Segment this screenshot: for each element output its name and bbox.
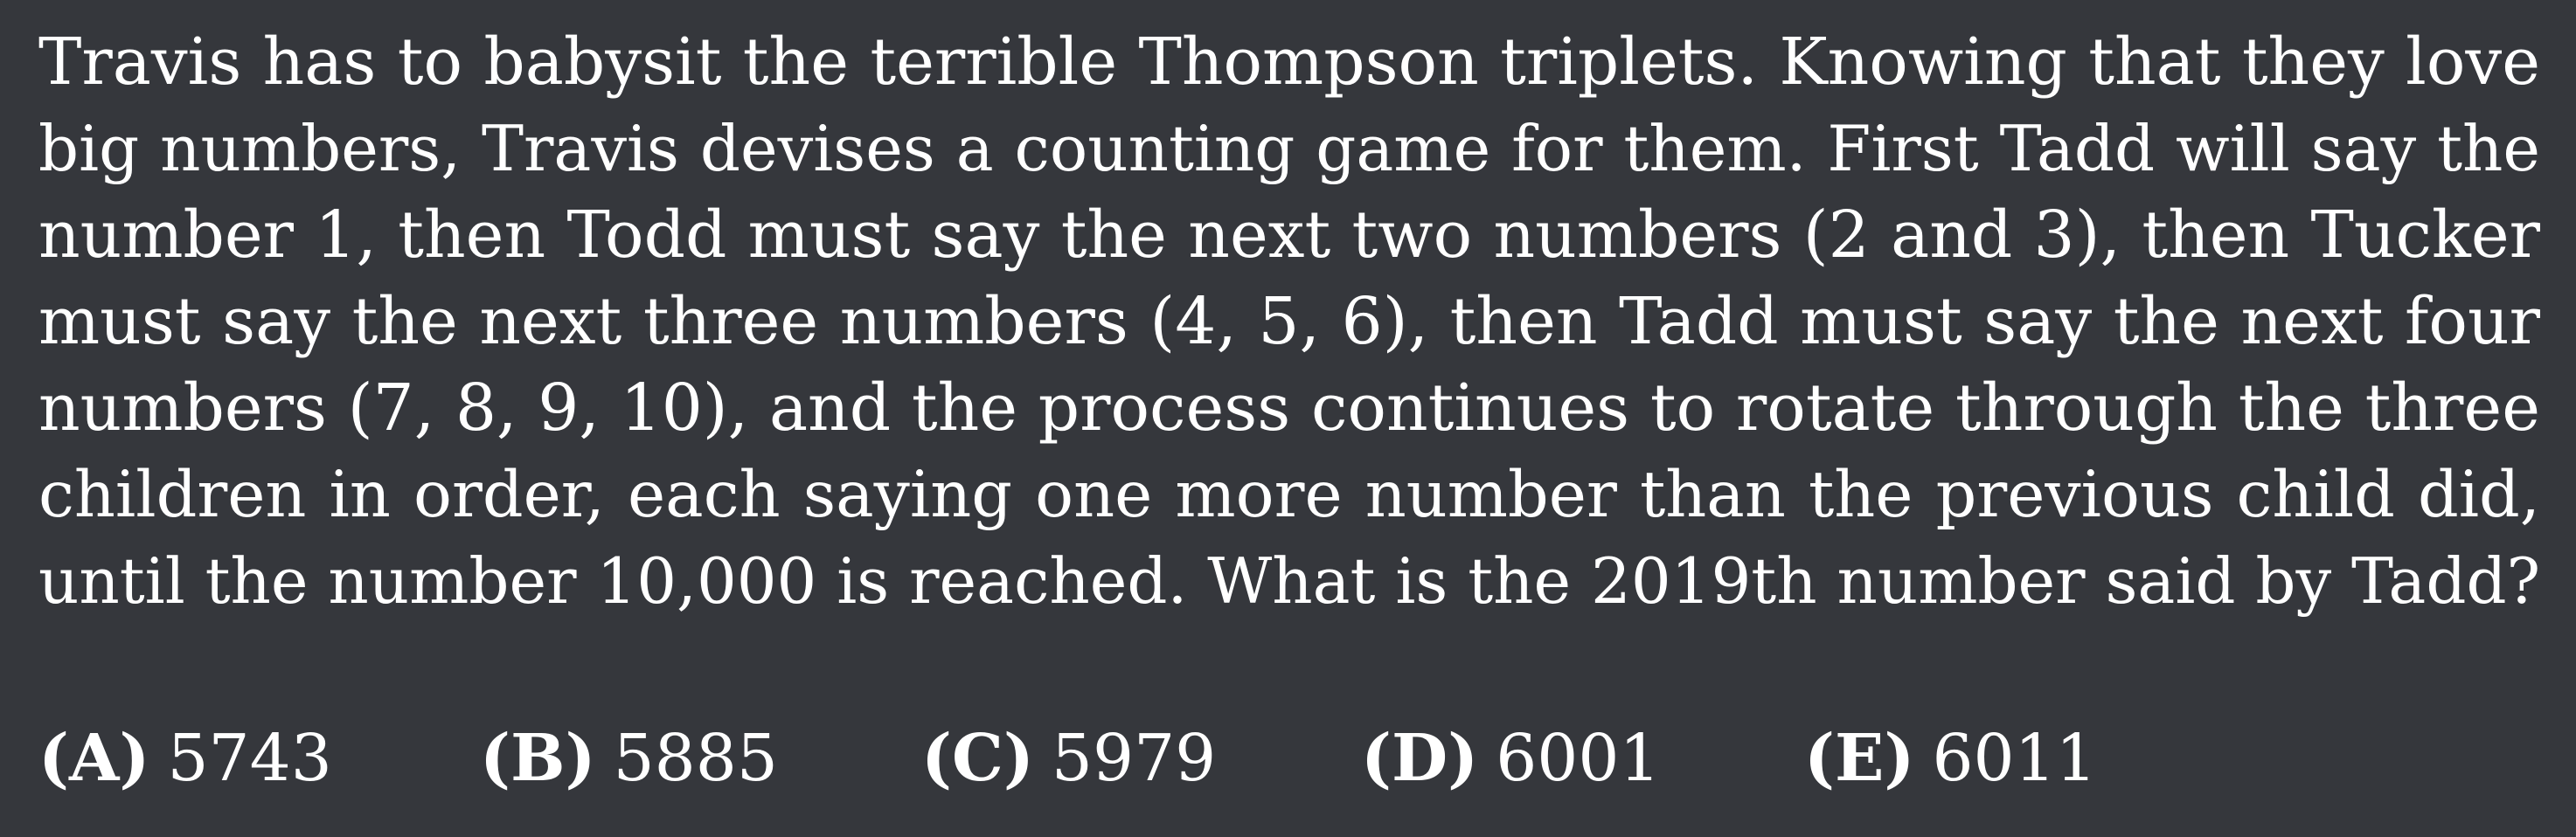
choice-d: (D) 6001 [1361,715,1661,802]
choice-value: 5885 [613,721,778,796]
choice-letter: (B) [480,721,596,796]
problem-line: until the number 10,000 is reached. What… [38,544,2541,618]
choice-letter: (C) [921,721,1034,796]
choice-value: 6011 [1932,721,2097,796]
choice-value: 5743 [167,721,332,796]
problem-line: numbers (7, 8, 9, 10), and the process c… [38,370,2540,446]
choice-c: (C) 5979 [921,715,1216,802]
choice-a: (A) 5743 [38,715,332,802]
problem-line: Travis has to babysit the terrible Thomp… [38,24,2540,100]
choice-value: 6001 [1496,721,1661,796]
problem-line: number 1, then Todd must say the next tw… [38,197,2540,273]
problem-line: children in order, each saying one more … [38,458,2540,532]
choice-letter: (E) [1804,721,1915,796]
problem-page: Travis has to babysit the terrible Thomp… [0,0,2576,837]
choice-e: (E) 6011 [1804,715,2097,802]
problem-line: must say the next three numbers (4, 5, 6… [38,284,2540,359]
problem-line: big numbers, Travis devises a counting g… [38,112,2540,185]
problem-text: Travis has to babysit the terrible Thomp… [38,19,2540,625]
choice-value: 5979 [1051,721,1217,796]
choice-letter: (A) [38,721,150,796]
choice-letter: (D) [1361,721,1479,796]
choice-b: (B) 5885 [480,715,778,802]
